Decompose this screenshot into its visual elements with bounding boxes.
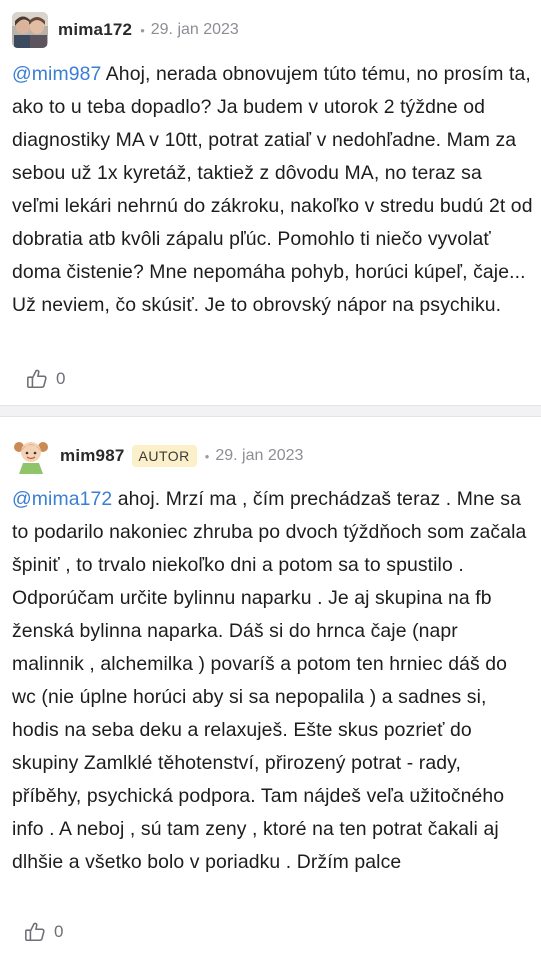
username[interactable]: mima172 [58,20,132,40]
post-header: mim987 AUTOR • 29. jan 2023 [12,437,303,475]
comment-post: mima172 • 29. jan 2023 @mim987 Ahoj, ner… [0,0,541,405]
avatar[interactable] [12,12,48,48]
like-count: 0 [56,369,66,388]
author-badge: AUTOR [131,445,197,467]
post-date: 29. jan 2023 [215,447,304,464]
mention-link[interactable]: @mim987 [12,63,101,85]
mention-link[interactable]: @mima172 [12,488,112,510]
thumbs-up-icon [27,369,47,389]
separator-dot-icon: • [140,22,145,38]
avatar[interactable] [12,437,50,475]
like-count: 0 [54,922,64,941]
post-text: Ahoj, nerada obnovujem túto tému, no pro… [12,63,533,316]
comment-post: mim987 AUTOR • 29. jan 2023 @mima172 aho… [0,417,541,961]
like-button[interactable]: 0 [24,921,63,943]
post-header: mima172 • 29. jan 2023 [12,12,239,48]
thumbs-up-icon [25,922,45,942]
post-body: @mima172 ahoj. Mrzí ma , čím prechádzaš … [12,483,534,879]
username[interactable]: mim987 [60,446,125,466]
post-divider [0,405,541,417]
separator-dot-icon: • [204,448,210,464]
post-text: ahoj. Mrzí ma , čím prechádzaš teraz . M… [12,488,527,873]
post-body: @mim987 Ahoj, nerada obnovujem túto tému… [12,58,534,322]
post-date: 29. jan 2023 [150,21,239,38]
like-button[interactable]: 0 [26,368,65,390]
